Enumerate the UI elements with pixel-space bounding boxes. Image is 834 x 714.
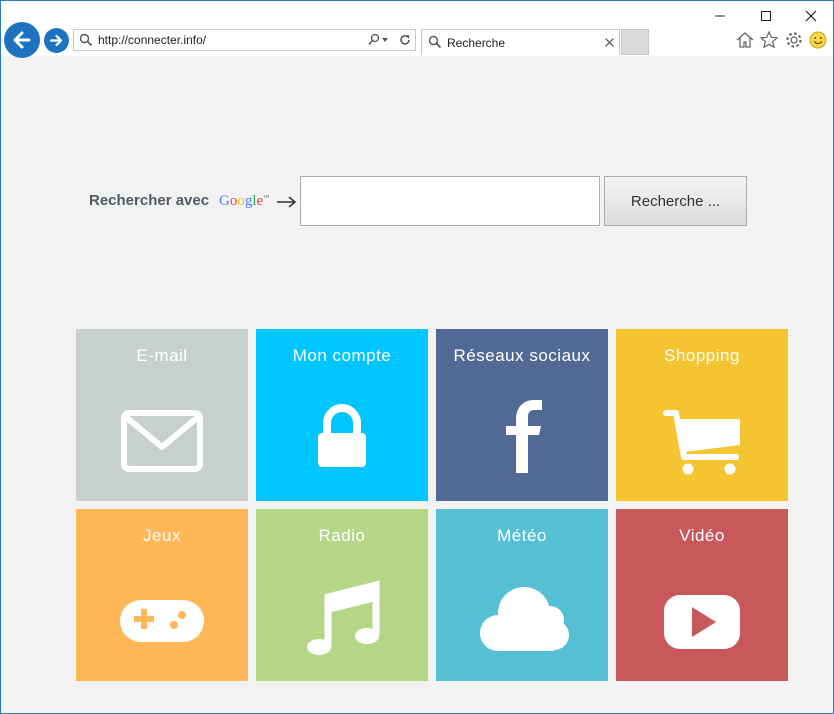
browser-window: http://connecter.info/ Recherche Recherc…: [0, 0, 834, 714]
address-url: http://connecter.info/: [98, 33, 207, 47]
forward-button[interactable]: [44, 28, 69, 53]
search-button[interactable]: Recherche ...: [604, 176, 747, 226]
gamepad-icon: [120, 600, 204, 642]
cloud-icon: [480, 587, 569, 651]
tile-shopping[interactable]: Shopping: [616, 329, 788, 501]
tab-search-icon: [428, 35, 442, 49]
cart-icon: [663, 410, 740, 475]
tile-meteo[interactable]: Météo: [436, 509, 608, 681]
tile-label: Radio: [318, 526, 366, 545]
maximize-button[interactable]: [744, 3, 788, 29]
close-window-button[interactable]: [789, 3, 833, 29]
home-icon[interactable]: [735, 30, 755, 50]
minimize-icon: [715, 15, 725, 17]
music-icon: [307, 580, 380, 655]
play-icon: [664, 595, 740, 649]
tile-label: Météo: [497, 526, 547, 545]
refresh-icon[interactable]: [398, 33, 412, 47]
tab-recherche[interactable]: Recherche: [421, 29, 620, 55]
page-search-icon: [79, 33, 93, 47]
arrow-right-icon: [277, 196, 297, 208]
minimize-button[interactable]: [698, 3, 742, 29]
tile-radio[interactable]: Radio: [256, 509, 428, 681]
tile-video[interactable]: Vidéo: [616, 509, 788, 681]
tile-label: Vidéo: [679, 526, 725, 545]
search-input[interactable]: [300, 176, 600, 226]
tile-label: Jeux: [143, 526, 181, 545]
google-logo: Google™: [219, 193, 270, 209]
tile-label: Mon compte: [292, 346, 392, 365]
close-icon: [805, 10, 817, 22]
tile-label: Shopping: [664, 346, 740, 365]
favorites-star-icon[interactable]: [759, 30, 779, 50]
tile-reseaux-sociaux[interactable]: Réseaux sociaux: [436, 329, 608, 501]
settings-gear-icon[interactable]: [784, 30, 804, 50]
facebook-icon: [506, 400, 542, 473]
lock-icon: [318, 404, 366, 467]
tab-title: Recherche: [447, 36, 506, 50]
search-dropdown-icon[interactable]: [367, 33, 389, 47]
new-tab-button[interactable]: [621, 29, 649, 55]
mail-icon: [121, 410, 203, 472]
tile-jeux[interactable]: Jeux: [76, 509, 248, 681]
address-bar[interactable]: http://connecter.info/: [73, 29, 416, 51]
back-arrow-icon: [13, 31, 31, 49]
browser-chrome: http://connecter.info/ Recherche: [1, 1, 833, 58]
smiley-feedback-icon[interactable]: [808, 30, 828, 50]
tab-close-icon[interactable]: [605, 38, 614, 47]
tile-label: E-mail: [136, 346, 188, 365]
tile-email[interactable]: E-mail: [76, 329, 248, 501]
tile-mon-compte[interactable]: Mon compte: [256, 329, 428, 501]
tile-label: Réseaux sociaux: [453, 346, 591, 365]
back-button[interactable]: [4, 22, 40, 58]
forward-arrow-icon: [49, 34, 63, 47]
search-with-label: Rechercher avec: [89, 192, 210, 209]
maximize-icon: [761, 11, 771, 21]
